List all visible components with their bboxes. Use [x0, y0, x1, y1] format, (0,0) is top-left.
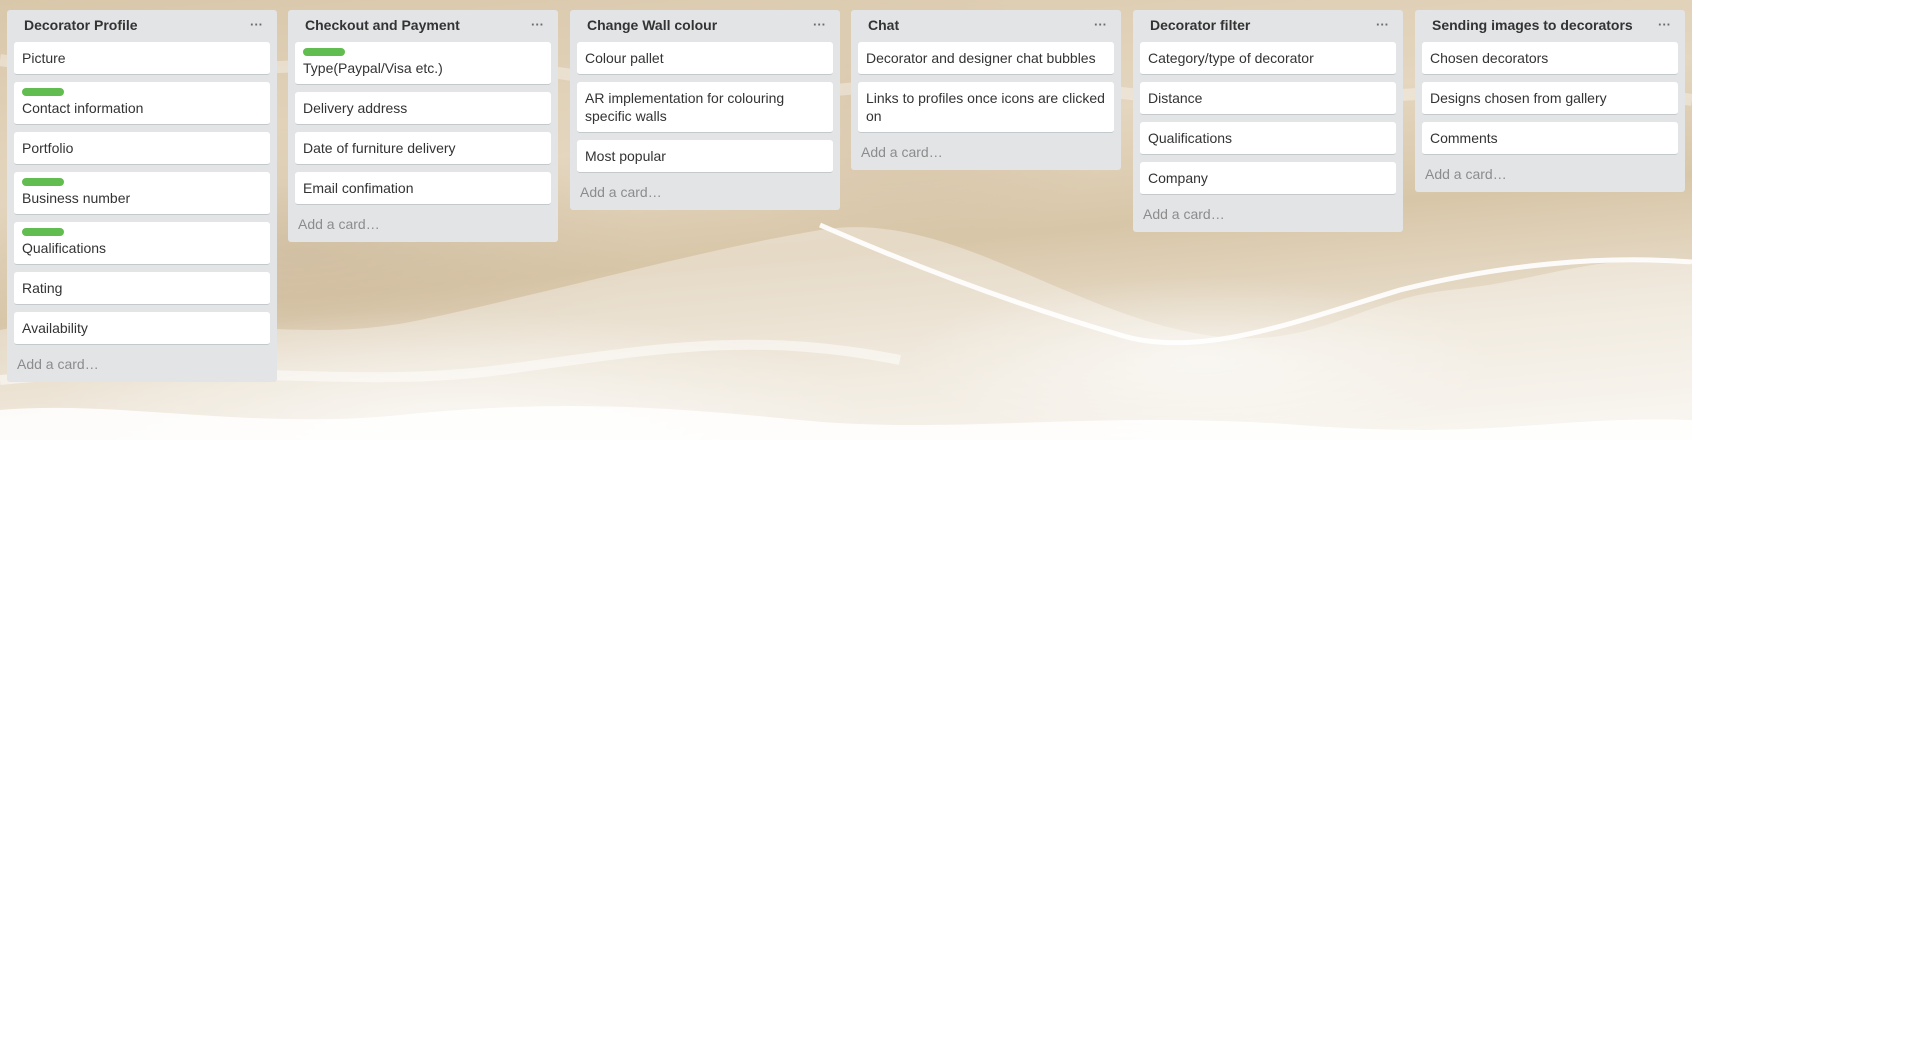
list-card[interactable]: Links to profiles once icons are clicked…: [858, 82, 1114, 133]
list-5: Sending images to decorators ··· Chosen de…: [1415, 10, 1685, 192]
list-card[interactable]: Portfolio: [14, 132, 270, 165]
list-title[interactable]: Decorator filter: [1150, 17, 1250, 33]
card-label-green: [22, 228, 64, 236]
list-card[interactable]: Designs chosen from gallery: [1422, 82, 1678, 115]
list-card[interactable]: Type(Paypal/Visa etc.): [295, 42, 551, 85]
list-header: Decorator Profile ···: [14, 10, 270, 40]
card-title: Qualifications: [22, 240, 107, 256]
add-card-link[interactable]: Add a card…: [577, 180, 833, 210]
list-2: Change Wall colour ··· Colour pallet AR imp…: [570, 10, 840, 210]
list-card[interactable]: Category/type of decorator: [1140, 42, 1396, 75]
list-menu-icon[interactable]: ···: [527, 18, 548, 31]
list-card[interactable]: Availability: [14, 312, 270, 345]
list-menu-icon[interactable]: ···: [809, 18, 830, 31]
list-menu-icon[interactable]: ···: [1372, 18, 1393, 31]
list-title[interactable]: Checkout and Payment: [305, 17, 460, 33]
list-card[interactable]: Delivery address: [295, 92, 551, 125]
list-card[interactable]: Email confimation: [295, 172, 551, 205]
card-label-green: [22, 178, 64, 186]
card-title: Distance: [1148, 90, 1203, 106]
board-lists: Decorator Profile ··· Picture Contact infor…: [0, 0, 1692, 440]
add-card-link[interactable]: Add a card…: [858, 140, 1114, 170]
list-title[interactable]: Change Wall colour: [587, 17, 717, 33]
list-header: Decorator filter ···: [1140, 10, 1396, 40]
card-title: Links to profiles once icons are clicked…: [866, 90, 1105, 124]
list-header: Sending images to decorators ···: [1422, 10, 1678, 40]
card-title: Delivery address: [303, 100, 408, 116]
add-card-link[interactable]: Add a card…: [1140, 202, 1396, 232]
card-title: Picture: [22, 50, 66, 66]
list-menu-icon[interactable]: ···: [1654, 18, 1675, 31]
card-title: Availability: [22, 320, 88, 336]
card-title: Company: [1148, 170, 1208, 186]
card-title: Type(Paypal/Visa etc.): [303, 60, 443, 76]
list-card[interactable]: Business number: [14, 172, 270, 215]
list-header: Checkout and Payment ···: [295, 10, 551, 40]
card-title: Designs chosen from gallery: [1430, 90, 1607, 106]
list-card[interactable]: Company: [1140, 162, 1396, 195]
list-0: Decorator Profile ··· Picture Contact infor…: [7, 10, 277, 382]
card-label-green: [22, 88, 64, 96]
card-title: Date of furniture delivery: [303, 140, 456, 156]
list-menu-icon[interactable]: ···: [1090, 18, 1111, 31]
add-card-link[interactable]: Add a card…: [295, 212, 551, 242]
card-title: Business number: [22, 190, 131, 206]
card-title: Rating: [22, 280, 63, 296]
list-card[interactable]: Most popular: [577, 140, 833, 173]
card-title: Portfolio: [22, 140, 74, 156]
list-card[interactable]: Decorator and designer chat bubbles: [858, 42, 1114, 75]
card-title: Qualifications: [1148, 130, 1233, 146]
card-title: Most popular: [585, 148, 666, 164]
list-title[interactable]: Decorator Profile: [24, 17, 138, 33]
list-card[interactable]: Rating: [14, 272, 270, 305]
list-card[interactable]: Contact information: [14, 82, 270, 125]
card-title: Chosen decorators: [1430, 50, 1549, 66]
list-card[interactable]: Date of furniture delivery: [295, 132, 551, 165]
list-card[interactable]: Chosen decorators: [1422, 42, 1678, 75]
list-card[interactable]: Comments: [1422, 122, 1678, 155]
list-menu-icon[interactable]: ···: [246, 18, 267, 31]
card-title: Comments: [1430, 130, 1498, 146]
add-card-link[interactable]: Add a card…: [14, 352, 270, 382]
list-card[interactable]: Picture: [14, 42, 270, 75]
list-4: Decorator filter ··· Category/type of deco…: [1133, 10, 1403, 232]
list-header: Chat ···: [858, 10, 1114, 40]
list-3: Chat ··· Decorator and designer chat bubbl…: [851, 10, 1121, 170]
list-card[interactable]: Qualifications: [14, 222, 270, 265]
list-card[interactable]: Colour pallet: [577, 42, 833, 75]
card-label-green: [303, 48, 345, 56]
card-title: Email confimation: [303, 180, 414, 196]
list-header: Change Wall colour ···: [577, 10, 833, 40]
list-card[interactable]: Qualifications: [1140, 122, 1396, 155]
add-card-link[interactable]: Add a card…: [1422, 162, 1678, 192]
list-card[interactable]: Distance: [1140, 82, 1396, 115]
list-1: Checkout and Payment ··· Type(Paypal/Visa …: [288, 10, 558, 242]
card-title: Contact information: [22, 100, 144, 116]
list-card[interactable]: AR implementation for colouring specific…: [577, 82, 833, 133]
list-title[interactable]: Chat: [868, 17, 899, 33]
card-title: Decorator and designer chat bubbles: [866, 50, 1096, 66]
list-title[interactable]: Sending images to decorators: [1432, 17, 1633, 33]
card-title: AR implementation for colouring specific…: [585, 90, 785, 124]
card-title: Colour pallet: [585, 50, 664, 66]
card-title: Category/type of decorator: [1148, 50, 1314, 66]
